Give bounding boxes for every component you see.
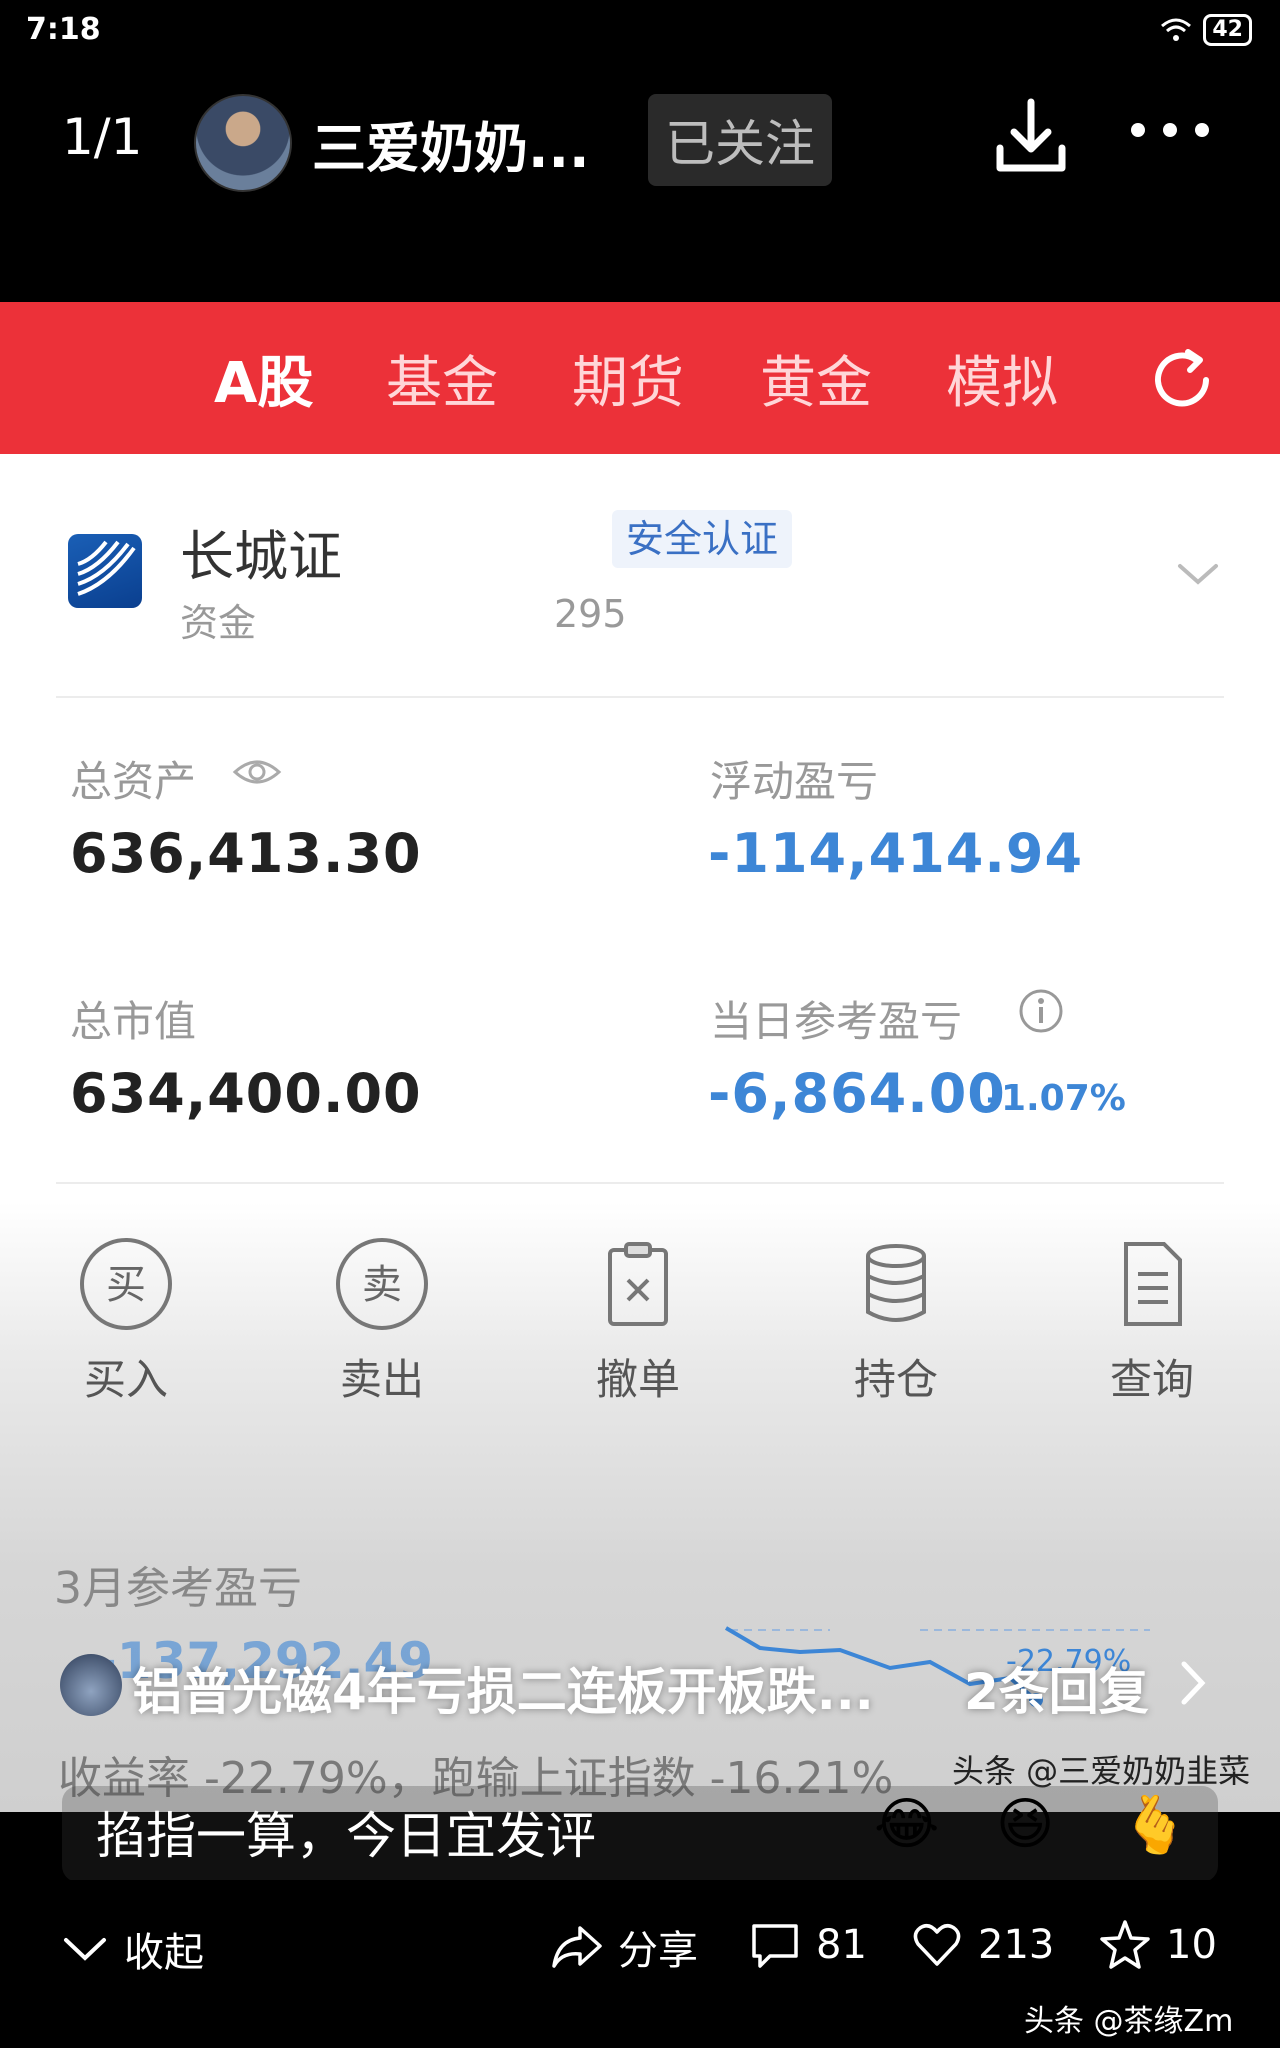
comment-button[interactable]: 81 [748,1918,867,1972]
tab-funds[interactable]: 基金 [386,338,498,419]
tab-futures[interactable]: 期货 [572,338,684,419]
divider [56,696,1224,698]
chevron-right-icon[interactable] [1178,1658,1208,1708]
watermark-bottom: 头条 @茶缘Zm [1024,2004,1234,2039]
image-counter: 1/1 [62,108,143,166]
broker-name: 长城证 [180,525,342,588]
market-value: 634,400.00 [70,1062,422,1125]
chevron-down-icon [64,1938,106,1961]
cancel-order-button[interactable]: 撤单 [568,1236,708,1407]
broker-logo [68,534,142,608]
svg-text:买: 买 [106,1262,146,1308]
holdings-label: 持仓 [853,1355,938,1404]
battery-indicator: 42 [1203,14,1252,46]
daily-pl-label: 当日参考盈亏 [710,997,963,1046]
tab-a-shares[interactable]: A股 [214,338,313,419]
comment-placeholder: 掐指一算，今日宜发评 [96,1807,596,1865]
like-count: 213 [978,1922,1055,1968]
sell-label: 卖出 [339,1355,424,1404]
security-badge: 安全认证 [612,510,793,568]
tab-simulation[interactable]: 模拟 [946,338,1058,419]
eye-icon[interactable] [232,756,282,788]
daily-pl-value: -6,864.00 [708,1062,1006,1125]
heart-icon [913,1924,961,1966]
tab-gold[interactable]: 黄金 [760,338,872,419]
laughing-tears-emoji[interactable]: 😂 [874,1792,939,1857]
query-label: 查询 [1109,1355,1194,1404]
buy-button[interactable]: 买 买入 [56,1236,196,1407]
author-name[interactable]: 三爱奶奶... [312,104,590,183]
monthly-pl-label: 3月参考盈亏 [54,1563,302,1614]
document-icon [1124,1242,1182,1326]
account-label: 资金 [180,601,257,645]
comment-count: 81 [816,1922,867,1968]
news-avatar[interactable] [60,1654,122,1716]
buy-icon: 买 [80,1238,172,1330]
wifi-icon [1161,18,1192,41]
daily-pl-percent: -1.07% [986,1078,1126,1119]
comment-icon [752,1924,798,1968]
sell-button[interactable]: 卖 卖出 [312,1236,452,1407]
refresh-icon[interactable] [1148,346,1216,414]
reply-count[interactable]: 2条回复 [964,1652,1149,1724]
floating-pl-value: -114,414.94 [708,822,1084,885]
follow-button[interactable]: 已关注 [648,94,832,186]
favorite-count: 10 [1166,1922,1217,1968]
star-icon [1100,1920,1150,1969]
info-icon[interactable] [1018,988,1064,1034]
cancel-order-icon [608,1242,668,1326]
status-icons: 42 [1159,14,1252,46]
divider [56,1182,1224,1184]
download-icon[interactable] [994,96,1068,176]
total-assets-label: 总资产 [70,757,197,806]
news-title[interactable]: 铝普光磁4年亏损二连板开板跌... [132,1652,874,1724]
sell-icon: 卖 [336,1238,428,1330]
buy-label: 买入 [83,1355,168,1404]
share-label: 分享 [618,1928,698,1974]
trading-app-screenshot: A股 基金 期货 黄金 模拟 长城证 资金 安全认证 295 总资产 636,4… [0,302,1280,1812]
more-options-icon[interactable] [1128,118,1212,142]
cancel-order-label: 撤单 [595,1355,680,1404]
market-tab-bar: A股 基金 期货 黄金 模拟 [0,302,1280,454]
finger-heart-emoji[interactable]: 🫰 [1120,1792,1190,1858]
account-number: 295 [554,592,627,636]
database-icon [866,1244,926,1322]
author-avatar[interactable] [194,94,292,192]
market-value-label: 总市值 [70,997,197,1046]
favorite-button[interactable]: 10 [1098,1918,1217,1972]
collapse-button[interactable]: 收起 [62,1920,204,1978]
collapse-label: 收起 [124,1930,204,1976]
chevron-down-icon[interactable] [1176,560,1220,588]
share-icon [552,1926,602,1968]
grinning-emoji[interactable]: 😆 [996,1792,1054,1857]
holdings-button[interactable]: 持仓 [826,1236,966,1407]
total-assets-value: 636,413.30 [70,822,422,885]
like-button[interactable]: 213 [910,1918,1054,1972]
share-button[interactable]: 分享 [550,1918,698,1976]
status-time: 7:18 [26,12,101,47]
floating-pl-label: 浮动盈亏 [710,757,879,806]
svg-text:卖: 卖 [362,1262,402,1308]
query-button[interactable]: 查询 [1082,1236,1222,1407]
